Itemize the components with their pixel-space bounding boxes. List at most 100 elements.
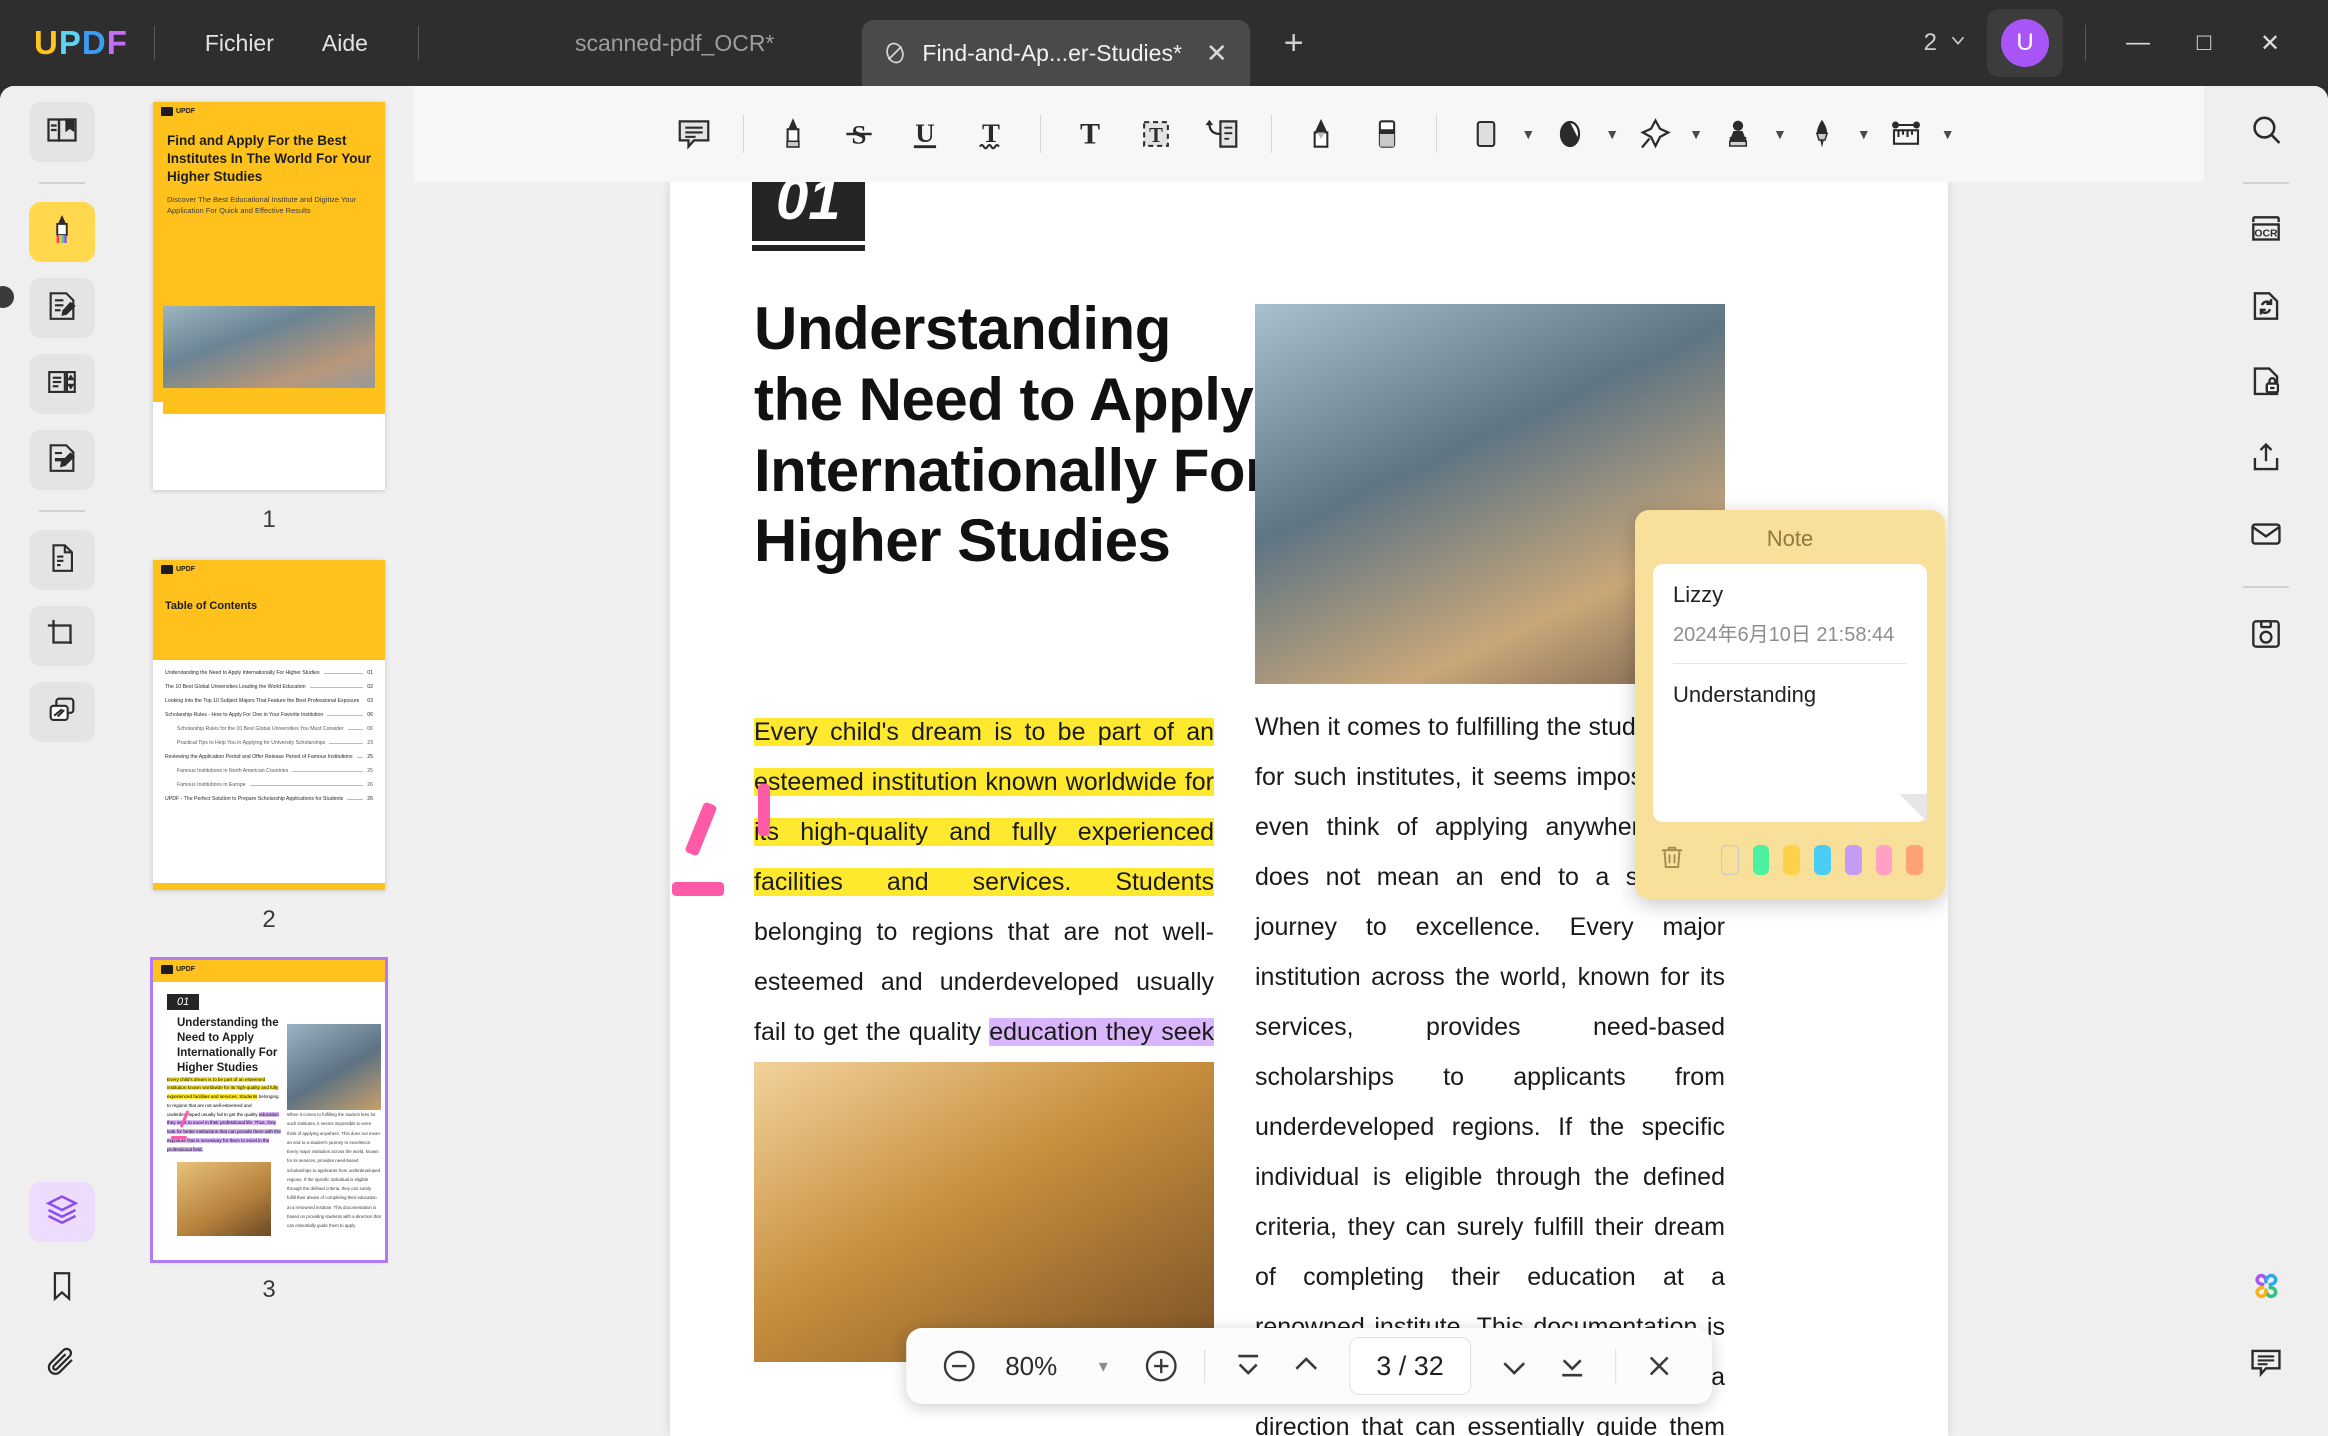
sidebar-item-layers[interactable]	[29, 1182, 95, 1242]
close-icon[interactable]: ✕	[1206, 38, 1228, 69]
bottom-toolbar: 80% ▾ 3 / 32	[906, 1328, 1712, 1404]
pdf-page-3[interactable]: 01 Understanding the Need to Apply Inter…	[670, 182, 1948, 1436]
text-tool[interactable]: T	[1059, 103, 1121, 165]
divider-3	[1271, 115, 1273, 153]
thumb-photo	[163, 306, 375, 400]
sidebar-item-search[interactable]	[2233, 102, 2299, 162]
logo-letter-u: U	[34, 24, 59, 61]
thumbnail-panel[interactable]: UPDF Find and Apply For the Best Institu…	[124, 86, 414, 1436]
svg-text:T: T	[1080, 117, 1100, 151]
sidebar-item-save-as[interactable]	[2233, 606, 2299, 666]
strikethrough-tool[interactable]: S	[828, 103, 890, 165]
window-close-button[interactable]: ✕	[2240, 17, 2300, 69]
note-color-yellow[interactable]	[1783, 844, 1801, 875]
maximize-button[interactable]: □	[2174, 17, 2234, 69]
ink-shape-tool[interactable]: ▼	[1539, 103, 1619, 165]
left-sidebar-bottom	[29, 1182, 95, 1436]
sidebar-item-batch[interactable]	[29, 682, 95, 742]
note-body-text[interactable]: Understanding	[1673, 664, 1907, 708]
sidebar-item-bookmarks[interactable]	[29, 1258, 95, 1318]
sidebar-item-share[interactable]	[2233, 430, 2299, 490]
ink-stroke-1[interactable]	[684, 801, 718, 857]
ink-stroke-3[interactable]	[758, 784, 770, 836]
note-color-white[interactable]	[1721, 844, 1739, 875]
note-color-pink[interactable]	[1875, 844, 1893, 875]
highlight-tool[interactable]	[762, 103, 824, 165]
thumbnail-page-3[interactable]: UPDF 01 Understanding the Need to Apply …	[150, 957, 388, 1263]
page-indicator[interactable]: 3 / 32	[1349, 1337, 1471, 1395]
callout-tool[interactable]	[1191, 103, 1253, 165]
shapes-tool[interactable]: ▼	[1455, 103, 1535, 165]
right-sidebar-bottom	[2233, 1258, 2299, 1436]
sidebar-item-attachments[interactable]	[29, 1334, 95, 1394]
thumbnail-number-2: 2	[262, 906, 276, 933]
ai-assistant-icon	[2246, 1266, 2286, 1311]
page-canvas[interactable]: 01 Understanding the Need to Apply Inter…	[414, 182, 2204, 1436]
sidebar-item-ocr[interactable]: OCR	[2233, 202, 2299, 262]
sticky-note-tool[interactable]	[663, 103, 725, 165]
zoom-level[interactable]: 80%	[990, 1351, 1072, 1382]
note-color-orange[interactable]	[1906, 844, 1924, 875]
panel-collapse-handle[interactable]	[0, 286, 14, 308]
last-page-button[interactable]	[1545, 1339, 1599, 1393]
delete-note-button[interactable]	[1657, 842, 1687, 877]
list-item: Practical Tips to Help You in Applying f…	[177, 740, 373, 746]
tab-scanned-pdf-ocr[interactable]: scanned-pdf_OCR*	[575, 30, 774, 57]
sidebar-item-reader-view[interactable]	[29, 102, 95, 162]
tab-find-and-apply[interactable]: Find-and-Ap...er-Studies* ✕	[862, 20, 1250, 86]
sidebar-item-protect[interactable]	[2233, 354, 2299, 414]
zoom-in-button[interactable]	[1134, 1339, 1188, 1393]
yellow-highlight: Every child's dream is to be part of an …	[754, 718, 1214, 896]
chevron-down-icon-6: ▼	[1940, 126, 1955, 142]
account-switcher[interactable]: 2	[1912, 29, 1981, 58]
page-photo-bottom	[754, 1062, 1214, 1362]
share-icon	[2247, 439, 2285, 482]
next-page-button[interactable]	[1487, 1339, 1541, 1393]
close-toolbar-button[interactable]	[1632, 1339, 1686, 1393]
note-color-green[interactable]	[1752, 844, 1770, 875]
menu-fichier[interactable]: Fichier	[181, 30, 298, 57]
note-author: Lizzy	[1673, 582, 1724, 607]
eraser-tool[interactable]	[1356, 103, 1418, 165]
prev-page-button[interactable]	[1279, 1339, 1333, 1393]
batch-process-icon	[45, 693, 79, 732]
thumb-ink-stroke-2	[171, 1136, 187, 1139]
thumbnail-page-2[interactable]: UPDF Table of Contents Understanding the…	[153, 560, 385, 890]
sidebar-item-ai-assistant[interactable]	[2233, 1258, 2299, 1318]
app-body: UPDF Find and Apply For the Best Institu…	[0, 86, 2328, 1436]
first-page-button[interactable]	[1221, 1339, 1275, 1393]
pencil-tool[interactable]	[1290, 103, 1352, 165]
thumbnail-page-1[interactable]: UPDF Find and Apply For the Best Institu…	[153, 102, 385, 490]
sidebar-item-comment[interactable]	[29, 202, 95, 262]
note-color-purple[interactable]	[1844, 844, 1862, 875]
sticker-tool[interactable]: ▼	[1623, 103, 1703, 165]
sidebar-item-convert[interactable]	[2233, 278, 2299, 338]
svg-text:T: T	[1150, 125, 1164, 147]
sidebar-item-crop[interactable]	[29, 606, 95, 666]
ink-stroke-2[interactable]	[672, 882, 724, 896]
title-bar: U P D F Fichier Aide scanned-pdf_OCR* Fi…	[0, 0, 2328, 86]
menu-aide[interactable]: Aide	[298, 30, 392, 57]
sidebar-item-edit-pdf[interactable]	[29, 278, 95, 338]
text-box-tool[interactable]: T	[1125, 103, 1187, 165]
sidebar-item-email[interactable]	[2233, 506, 2299, 566]
sidebar-item-organize-pages[interactable]	[29, 354, 95, 414]
logo-letter-f: F	[106, 24, 128, 61]
underline-tool[interactable]: U	[894, 103, 956, 165]
sidebar-item-comment-list[interactable]	[2233, 1334, 2299, 1394]
note-popup[interactable]: Note Lizzy 2024年6月10日 21:58:44 Understan…	[1635, 510, 1945, 899]
user-avatar-button[interactable]: U	[1987, 9, 2063, 77]
sidebar-item-convert[interactable]	[29, 530, 95, 590]
zoom-dropdown-button[interactable]: ▾	[1076, 1339, 1130, 1393]
list-item: Looking Into the Top 10 Subject Majors T…	[165, 698, 373, 704]
note-color-blue[interactable]	[1814, 844, 1831, 875]
new-tab-button[interactable]: +	[1284, 24, 1304, 63]
signature-tool[interactable]: ▼	[1791, 103, 1871, 165]
minimize-button[interactable]: —	[2108, 17, 2168, 69]
measure-tool[interactable]: ▼	[1875, 103, 1955, 165]
zoom-out-button[interactable]	[932, 1339, 986, 1393]
squiggly-tool[interactable]: T	[960, 103, 1022, 165]
stamp-tool[interactable]: ▼	[1707, 103, 1787, 165]
sidebar-item-fill-sign[interactable]	[29, 430, 95, 490]
note-content-card[interactable]: Lizzy 2024年6月10日 21:58:44 Understanding	[1653, 564, 1927, 822]
